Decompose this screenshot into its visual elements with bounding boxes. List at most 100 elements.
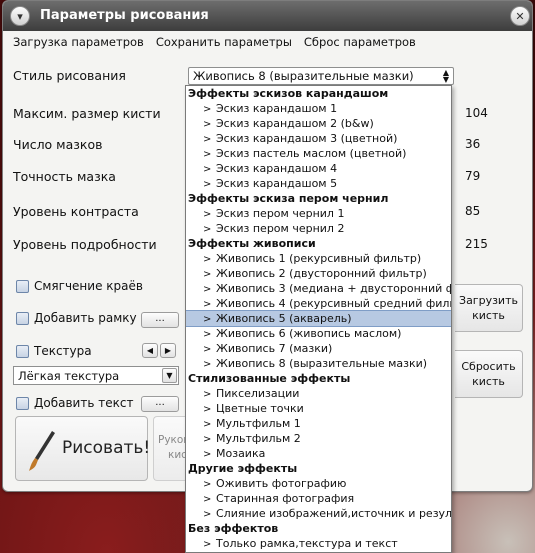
chevron-right-icon: > xyxy=(203,164,212,175)
dropdown-option-label: Эскиз пером чернил 1 xyxy=(216,207,345,220)
texture-select-value: Лёгкая текстура xyxy=(18,369,120,383)
triangle-left-icon: ◀ xyxy=(146,346,154,355)
triangle-right-icon: ▶ xyxy=(164,346,172,355)
style-select[interactable]: Живопись 8 (выразительные мазки) ▲ ▼ xyxy=(188,67,454,85)
dropdown-option-label: Эскиз карандашом 1 xyxy=(216,102,338,115)
dropdown-group-header: Эффекты эскиза пером чернил xyxy=(186,191,451,206)
dropdown-option[interactable]: > Только рамка,текстура и текст xyxy=(186,536,451,551)
dropdown-group-header: Эффекты эскизов карандашом xyxy=(186,86,451,101)
chevron-right-icon: > xyxy=(203,539,212,550)
dropdown-option[interactable]: > Пикселизации xyxy=(186,386,451,401)
chevron-right-icon: > xyxy=(203,299,212,310)
updown-arrows-icon: ▲ ▼ xyxy=(442,68,449,84)
smooth-edges-checkbox[interactable] xyxy=(16,279,29,293)
add-text-checkbox[interactable] xyxy=(16,396,29,410)
dropdown-option-label: Мозаика xyxy=(216,447,266,460)
smooth-edges-option[interactable]: Смягчение краёв xyxy=(16,279,143,293)
menu-bar: Загрузка параметров Сохранить параметры … xyxy=(13,35,416,49)
dropdown-option[interactable]: > Живопись 3 (медиана + двусторонний филь… xyxy=(186,281,451,296)
dropdown-option[interactable]: > Живопись 2 (двусторонний фильтр) xyxy=(186,266,451,281)
add-frame-checkbox[interactable] xyxy=(16,311,29,325)
dropdown-option-label: Живопись 5 (акварель) xyxy=(216,312,352,325)
chevron-down-icon: ▾ xyxy=(17,9,23,23)
texture-checkbox[interactable] xyxy=(16,344,29,358)
dropdown-option-label: Эскиз карандашом 4 xyxy=(216,162,338,175)
minimize-button[interactable]: ▾ xyxy=(10,6,30,26)
chevron-right-icon: > xyxy=(203,209,212,220)
load-brush-label: Загрузить xyxy=(459,294,518,307)
dropdown-group-label: Другие эффекты xyxy=(188,462,298,475)
close-button[interactable]: ✕ xyxy=(510,6,530,26)
dropdown-option[interactable]: > Живопись 4 (рекурсивный средний фильтр) xyxy=(186,296,451,311)
dropdown-option[interactable]: > Цветные точки xyxy=(186,401,451,416)
chevron-right-icon: > xyxy=(203,269,212,280)
add-text-label: Добавить текст xyxy=(34,396,134,410)
chevron-right-icon: > xyxy=(203,179,212,190)
add-text-option[interactable]: Добавить текст xyxy=(16,396,133,410)
dropdown-group-header: Эффекты живописи xyxy=(186,236,451,251)
dropdown-option-label: Эскиз пастель маслом (цветной) xyxy=(216,147,407,160)
chevron-right-icon: > xyxy=(203,404,212,415)
param-value: 215 xyxy=(465,237,488,251)
style-label: Стиль рисования xyxy=(13,68,126,83)
dropdown-option[interactable]: > Эскиз пером чернил 2 xyxy=(186,221,451,236)
load-brush-button[interactable]: Загрузить кисть xyxy=(455,284,523,332)
brush-guide-button[interactable]: Руково кис xyxy=(153,416,189,481)
dropdown-option[interactable]: > Оживить фотографию xyxy=(186,476,451,491)
dropdown-option[interactable]: > Живопись 5 (акварель) xyxy=(186,310,451,327)
dropdown-option[interactable]: > Эскиз карандашом 5 xyxy=(186,176,451,191)
dropdown-group-label: Эффекты живописи xyxy=(188,237,316,250)
draw-button[interactable]: Рисовать! xyxy=(15,416,151,481)
dropdown-option-label: Эскиз карандашом 3 (цветной) xyxy=(216,132,398,145)
param-label: Точность мазка xyxy=(13,169,116,184)
text-browse-button[interactable]: ... xyxy=(141,396,179,412)
texture-next-button[interactable]: ▶ xyxy=(160,343,176,358)
chevron-right-icon: > xyxy=(203,314,212,325)
dropdown-group-label: Эффекты эскизов карандашом xyxy=(188,87,389,100)
dropdown-option[interactable]: > Эскиз пером чернил 1 xyxy=(186,206,451,221)
dropdown-option-label: Живопись 6 (живопись маслом) xyxy=(216,327,402,340)
add-frame-option[interactable]: Добавить рамку xyxy=(16,311,137,325)
menu-reset-params[interactable]: Сброс параметров xyxy=(304,35,416,49)
dropdown-option-label: Живопись 3 (медиана + двусторонний фильт xyxy=(216,282,451,295)
dropdown-option[interactable]: > Живопись 6 (живопись маслом) xyxy=(186,326,451,341)
dropdown-option[interactable]: > Эскиз карандашом 2 (b&w) xyxy=(186,116,451,131)
chevron-right-icon: > xyxy=(203,389,212,400)
dropdown-group-label: Эффекты эскиза пером чернил xyxy=(188,192,389,205)
chevron-right-icon: > xyxy=(203,104,212,115)
chevron-right-icon: > xyxy=(203,494,212,505)
chevron-down-icon: ▼ xyxy=(162,368,177,383)
dropdown-option[interactable]: > Эскиз карандашом 1 xyxy=(186,101,451,116)
add-frame-label: Добавить рамку xyxy=(34,311,137,325)
texture-select[interactable]: Лёгкая текстура ▼ xyxy=(13,366,179,385)
dropdown-option[interactable]: > Слияние изображений,источник и результа… xyxy=(186,506,451,521)
draw-button-label: Рисовать! xyxy=(62,438,151,458)
dropdown-option[interactable]: > Эскиз карандашом 3 (цветной) xyxy=(186,131,451,146)
dropdown-option[interactable]: > Живопись 8 (выразительные мазки) xyxy=(186,356,451,371)
dropdown-option[interactable]: > Мозаика xyxy=(186,446,451,461)
dropdown-option[interactable]: > Мультфильм 2 xyxy=(186,431,451,446)
texture-label: Текстура xyxy=(34,344,92,358)
reset-brush-button[interactable]: Сбросить кисть xyxy=(455,350,523,398)
dropdown-option[interactable]: > Эскиз пастель маслом (цветной) xyxy=(186,146,451,161)
dropdown-option[interactable]: > Живопись 7 (мазки) xyxy=(186,341,451,356)
menu-save-params[interactable]: Сохранить параметры xyxy=(156,35,292,49)
dropdown-option-label: Оживить фотографию xyxy=(216,477,347,490)
reset-brush-label: кисть xyxy=(472,375,505,388)
texture-prev-button[interactable]: ◀ xyxy=(142,343,158,358)
param-value: 79 xyxy=(465,169,481,183)
menu-load-params[interactable]: Загрузка параметров xyxy=(13,35,144,49)
frame-browse-button[interactable]: ... xyxy=(141,312,179,328)
smooth-edges-label: Смягчение краёв xyxy=(34,279,143,293)
dropdown-option[interactable]: > Мультфильм 1 xyxy=(186,416,451,431)
texture-option[interactable]: Текстура xyxy=(16,344,92,358)
dropdown-option-label: Слияние изображений,источник и результат xyxy=(216,507,451,520)
dropdown-option[interactable]: > Эскиз карандашом 4 xyxy=(186,161,451,176)
dropdown-option[interactable]: > Живопись 1 (рекурсивный фильтр) xyxy=(186,251,451,266)
dropdown-option[interactable]: > Старинная фотография xyxy=(186,491,451,506)
dropdown-group-label: Стилизованные эффекты xyxy=(188,372,351,385)
chevron-right-icon: > xyxy=(203,134,212,145)
dropdown-group-header: Стилизованные эффекты xyxy=(186,371,451,386)
chevron-right-icon: > xyxy=(203,119,212,130)
chevron-right-icon: > xyxy=(203,284,212,295)
